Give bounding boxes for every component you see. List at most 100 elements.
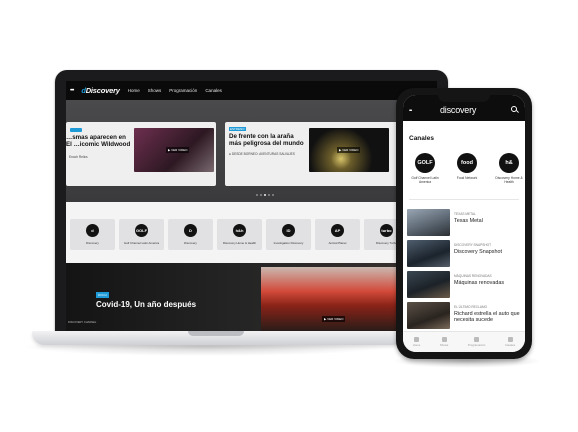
channel-logo: D [184, 224, 197, 237]
channel-logo: GOLF [415, 153, 435, 173]
bottom-tab-bar: Home Shows Programación Canales [403, 331, 525, 352]
menu-dots-icon[interactable]: ••• [70, 88, 74, 94]
channel-name: Animal Planet [328, 241, 347, 245]
list-item[interactable]: MÁQUINAS RENOVADAS Máquinas renovadas [407, 271, 525, 299]
laptop-notch [188, 331, 244, 336]
phone-screen: ••• discovery Canales GOLF Golf Channel … [403, 95, 525, 352]
list-item-title: Discovery Snapshot [454, 249, 502, 255]
nav-item-shows[interactable]: Shows [148, 88, 162, 93]
hero-card[interactable]: ESTRENO De frente con la araña más pelig… [225, 122, 399, 186]
channel-logo: food [457, 153, 477, 173]
channel-logo: GOLF [135, 224, 148, 237]
channel-name: Golf Channel Latin America [123, 241, 160, 245]
hero-carousel: …smas aparecen en El …icomic Wildwood En… [66, 100, 437, 202]
channel-tile[interactable]: GOLF Golf Channel Latin America [119, 219, 164, 250]
channel-tile[interactable]: d Discovery [70, 219, 115, 250]
channel-name: Discovery Home & Health [495, 176, 523, 184]
laptop-screen: ••• dDiscovery Home Shows Programación C… [66, 81, 437, 331]
play-video-button[interactable]: ▶ VER VIDEO [322, 316, 346, 322]
schedule-icon [474, 337, 480, 342]
feature-banner[interactable]: DOCU Covid-19, Un año después ▶ VER VIDE… [66, 263, 437, 331]
channel-tile[interactable]: AP Animal Planet [315, 219, 360, 250]
list-item-title: Texas Metal [454, 218, 483, 224]
home-icon [414, 337, 420, 342]
channel-name: Golf Channel Latin America [411, 176, 439, 184]
channel-tile[interactable]: GOLF Golf Channel Latin America [409, 153, 439, 193]
carousel-dot[interactable] [264, 194, 266, 196]
channel-logo: ID [282, 224, 295, 237]
channel-logo: AP [331, 224, 344, 237]
hero-card-title: De frente con la araña más peligrosa del… [229, 133, 304, 148]
channel-logo: h& [499, 153, 519, 173]
hero-card-title: …smas aparecen en El …icomic Wildwood [66, 134, 131, 149]
channel-tile[interactable]: D Discovery [168, 219, 213, 250]
list-item-tag: EL ÚLTIMO RECLAMO [454, 305, 488, 309]
nav-item-home[interactable]: Home [128, 88, 140, 93]
tab-shows[interactable]: Shows [440, 337, 448, 347]
tab-programacion[interactable]: Programación [468, 337, 485, 347]
nav-item-programacion[interactable]: Programación [169, 88, 197, 93]
nav-item-canales[interactable]: Canales [205, 88, 222, 93]
hero-card-thumbnail[interactable]: ▶ VER VIDEO [309, 128, 389, 172]
list-item[interactable]: DISCOVERY SNAPSHOT Discovery Snapshot [407, 240, 525, 268]
feature-badge: DOCU [96, 292, 109, 298]
devices-mockup: ••• dDiscovery Home Shows Programación C… [0, 0, 578, 432]
menu-dots-icon[interactable]: ••• [409, 108, 412, 114]
section-title: Canales [409, 135, 434, 142]
play-video-button[interactable]: ▶ VER VIDEO [337, 147, 361, 153]
carousel-dots[interactable] [256, 194, 274, 196]
channel-tile[interactable]: food Food Network [451, 153, 481, 193]
channel-name: Discovery [86, 241, 99, 245]
list-item-tag: MÁQUINAS RENOVADAS [454, 274, 492, 278]
feature-title: Covid-19, Un año después [96, 300, 197, 309]
hero-card-subtitle: Enoch Relics [69, 155, 88, 159]
channel-name: Discovery [184, 241, 197, 245]
phone-header: ••• discovery [403, 95, 525, 121]
tab-canales[interactable]: Canales [505, 337, 515, 347]
list-item-thumbnail [407, 271, 450, 298]
channel-tile[interactable]: h& Discovery Home & Health [493, 153, 523, 193]
list-item-thumbnail [407, 209, 450, 236]
list-item-tag: TEXAS METAL [454, 212, 476, 216]
divider [409, 199, 519, 200]
channels-icon [507, 337, 513, 342]
tab-label: Canales [504, 343, 516, 347]
discovery-logo[interactable]: discovery [440, 105, 476, 115]
carousel-dot[interactable] [272, 194, 274, 196]
carousel-dot[interactable] [268, 194, 270, 196]
list-item-title: Richard estrella el auto que necesita su… [454, 311, 520, 323]
list-item-tag: DISCOVERY SNAPSHOT [454, 243, 492, 247]
hero-card-thumbnail[interactable]: ▶ VER VIDEO [134, 128, 214, 172]
search-icon[interactable] [511, 106, 517, 112]
channels-row: d Discovery GOLF Golf Channel Latin Amer… [66, 202, 437, 263]
list-item-thumbnail [407, 240, 450, 267]
hero-card-subtitle: ● DESDE BORNEO: AVENTURAS SALVAJES [229, 152, 295, 156]
list-item[interactable]: TEXAS METAL Texas Metal [407, 209, 525, 237]
carousel-dot[interactable] [260, 194, 262, 196]
list-item-thumbnail [407, 302, 450, 329]
tab-home[interactable]: Home [413, 337, 420, 347]
tab-label: Programación [467, 343, 486, 347]
hero-card[interactable]: …smas aparecen en El …icomic Wildwood En… [66, 122, 216, 186]
top-nav: ••• dDiscovery Home Shows Programación C… [66, 81, 437, 100]
discovery-logo[interactable]: dDiscovery [81, 86, 120, 95]
phone-notch [438, 95, 490, 102]
channel-tile[interactable]: h&h Discovery Home & Health [217, 219, 262, 250]
list-item[interactable]: EL ÚLTIMO RECLAMO Richard estrella el au… [407, 302, 525, 330]
channel-logo: turbo [380, 224, 393, 237]
hero-badge: ESTRENO [229, 127, 246, 131]
tab-label: Shows [439, 343, 449, 347]
channel-name: Investigation Discovery [273, 241, 304, 245]
channel-logo: h&h [233, 224, 246, 237]
feature-tag: DISCOVERY CHANNEL [68, 321, 97, 324]
hero-badge [70, 128, 82, 132]
channel-tile[interactable]: ID Investigation Discovery [266, 219, 311, 250]
list-item-title: Máquinas renovadas [454, 280, 505, 286]
play-video-button[interactable]: ▶ VER VIDEO [166, 147, 190, 153]
carousel-dot[interactable] [256, 194, 258, 196]
channel-name: Food Network [456, 176, 478, 180]
channel-logo: d [86, 224, 99, 237]
tab-label: Home [412, 343, 421, 347]
channel-name: Discovery Home & Health [222, 241, 257, 245]
shows-icon [441, 337, 447, 342]
